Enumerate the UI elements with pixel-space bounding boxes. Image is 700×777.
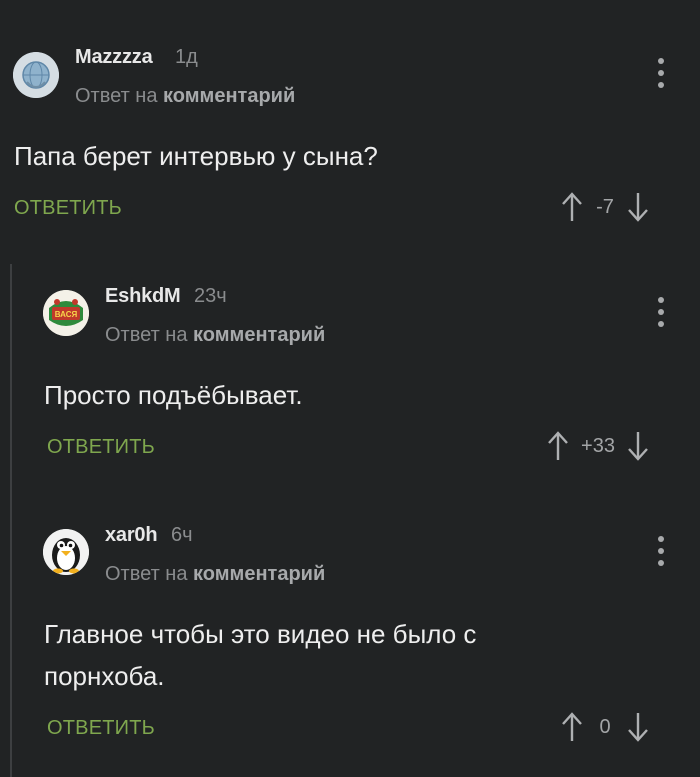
reply-to-link[interactable]: комментарий bbox=[193, 563, 325, 585]
timestamp: 6ч bbox=[171, 524, 193, 546]
comment-3: xar0h 6ч Ответ на комментарий Главное чт… bbox=[0, 0, 700, 777]
avatar-penguin-icon bbox=[43, 529, 89, 575]
arrow-up-icon[interactable] bbox=[560, 711, 584, 743]
comment-text: Главное чтобы это видео не было с порнхо… bbox=[44, 613, 476, 697]
comment-text-line: порнхоба. bbox=[44, 661, 165, 691]
reply-to-prefix: Ответ на bbox=[105, 563, 188, 585]
arrow-down-icon[interactable] bbox=[626, 711, 650, 743]
reply-to-line: Ответ на комментарий bbox=[105, 563, 325, 586]
kebab-menu-icon[interactable] bbox=[651, 536, 671, 566]
avatar[interactable] bbox=[43, 529, 89, 575]
username[interactable]: xar0h bbox=[105, 524, 158, 547]
reply-button[interactable]: ОТВЕТИТЬ bbox=[47, 717, 155, 740]
score: 0 bbox=[599, 715, 611, 738]
comment-text-line: Главное чтобы это видео не было с bbox=[44, 619, 477, 649]
vote-controls: 0 bbox=[560, 711, 650, 743]
